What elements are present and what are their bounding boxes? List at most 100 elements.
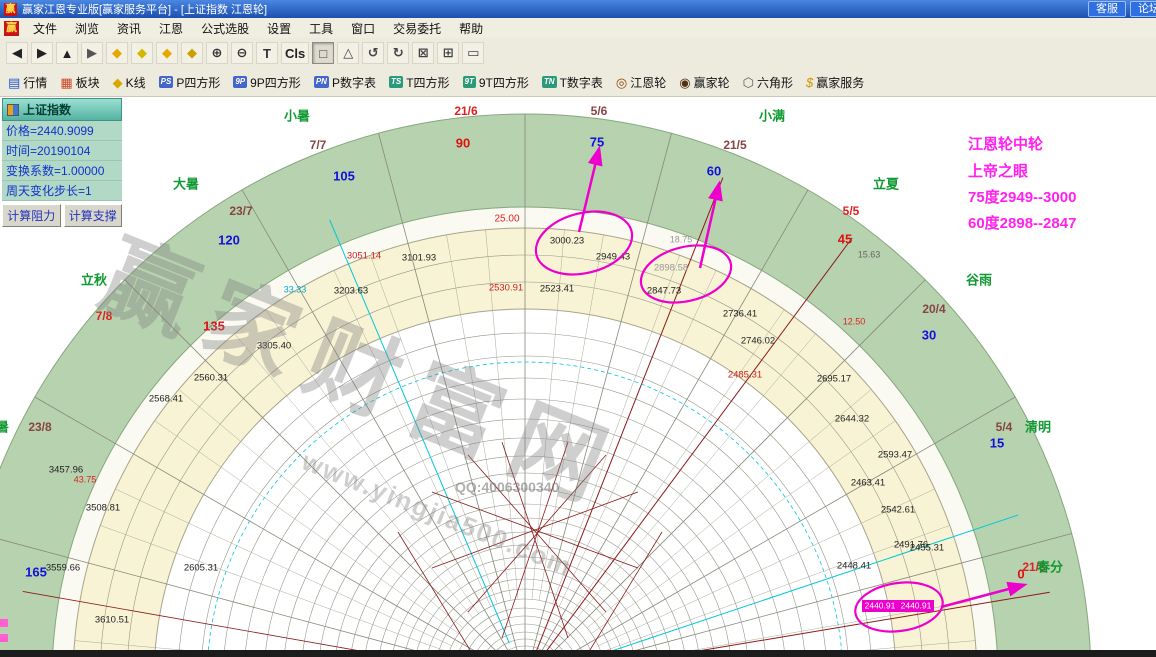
wheel-label: 春分 — [1036, 559, 1063, 574]
main-toolbar: ◀ ▶ ▲ ▶ ◆ ◆ ◆ ◆ ⊕ ⊖ T Cls □ △ ↺ ↻ ⊠ ⊞ ▭ — [0, 38, 1156, 69]
tool-label: P四方形 — [176, 75, 221, 90]
wheel-label: 2455.31 — [910, 543, 944, 554]
wheel-label: 5/6 — [591, 104, 608, 118]
tool-glyph-icon: ▤ — [8, 74, 21, 90]
up-icon[interactable]: ▲ — [56, 42, 78, 64]
menu-item[interactable]: 浏览 — [67, 19, 107, 38]
tool-label: 江恩轮 — [630, 75, 667, 90]
left-edge-markers — [0, 619, 10, 649]
p-table-button[interactable]: PN P数字表 — [313, 74, 376, 91]
back-icon[interactable]: ◀ — [6, 42, 28, 64]
tool-label: 9T四方形 — [478, 75, 529, 90]
wheel-label: 立夏 — [873, 176, 900, 191]
tool-label: P数字表 — [331, 75, 376, 90]
tool-label: K线 — [125, 75, 146, 90]
wheel-label: 5/4 — [996, 420, 1013, 434]
wheel-label: 上帝之眼 — [968, 162, 1028, 180]
menu-item[interactable]: 公式选股 — [193, 19, 257, 38]
9t-square-button[interactable]: 9T 9T四方形 — [462, 74, 529, 91]
kline-button[interactable]: ◆ K线 — [113, 74, 146, 91]
wheel-label: 2736.41 — [723, 309, 757, 320]
wheel-label: 谷雨 — [966, 272, 992, 287]
wheel-label: 7/7 — [310, 138, 327, 152]
wheel-label: 清明 — [1025, 419, 1051, 434]
wheel-label: 3000.23 — [550, 236, 584, 247]
tool-label: 9P四方形 — [250, 75, 301, 90]
tool-glyph-icon: PN — [313, 76, 329, 88]
wheel-label: 60度2898--2847 — [968, 214, 1076, 232]
index-grid-icon — [7, 103, 19, 116]
rect-tool-icon[interactable]: □ — [312, 42, 335, 64]
coefficient-row: 变换系数=1.00000 — [2, 161, 122, 181]
index-header[interactable]: 上证指数 — [2, 98, 122, 121]
sector-button[interactable]: ▦ 板块 — [60, 74, 99, 91]
gann-wheel-button[interactable]: ◎ 江恩轮 — [616, 74, 666, 91]
price-row: 价格=2440.9099 — [2, 121, 122, 141]
calc-support-button[interactable]: 计算支撑 — [63, 204, 122, 227]
market-button[interactable]: ▤ 行情 — [8, 74, 47, 91]
wheel-label: 3508.81 — [86, 503, 120, 514]
wheel-label: 小满 — [759, 108, 785, 123]
hexagon-button[interactable]: ⬡ 六角形 — [743, 74, 793, 91]
wheel-label: 2593.47 — [878, 450, 912, 461]
gann-diamond-1-icon[interactable]: ◆ — [106, 42, 128, 64]
gann-diamond-4-icon[interactable]: ◆ — [181, 42, 203, 64]
winner-service-button[interactable]: $ 赢家服务 — [806, 74, 864, 91]
menu-item[interactable]: 设置 — [259, 19, 299, 38]
menu-bar: 赢 文件 浏览 资讯 江恩 公式选股 设置 工具 窗口 交易委托 帮助 — [0, 18, 1156, 39]
gann-wheel-chart[interactable]: 90 7560105120135453015165 021/6 5/621/57/72… — [0, 0, 1156, 657]
app-logo-icon: 赢 — [4, 2, 17, 16]
menu-item[interactable]: 窗口 — [343, 19, 383, 38]
menu-item[interactable]: 工具 — [301, 19, 341, 38]
forward-icon[interactable]: ▶ — [31, 42, 53, 64]
zoom-out-icon[interactable]: ⊖ — [231, 42, 253, 64]
tool-glyph-icon: 9P — [233, 76, 248, 88]
wheel-label: 江恩轮中轮 — [968, 135, 1043, 153]
wheel-label: 3101.93 — [402, 253, 436, 264]
p-square-button[interactable]: PS P四方形 — [158, 74, 221, 91]
menu-item[interactable]: 帮助 — [451, 19, 491, 38]
tool-glyph-icon: TS — [388, 76, 404, 88]
zoom-in-icon[interactable]: ⊕ — [206, 42, 228, 64]
menu-item[interactable]: 江恩 — [151, 19, 191, 38]
rotate-left-icon[interactable]: ↺ — [362, 42, 385, 64]
triangle-tool-icon[interactable]: △ — [337, 42, 360, 64]
delete-tool-icon[interactable]: ⊠ — [412, 42, 435, 64]
pointer-icon[interactable]: ▶ — [81, 42, 103, 64]
wheel-label: 2847.73 — [647, 286, 681, 297]
wheel-label: 2542.61 — [881, 505, 915, 516]
menu-item[interactable]: 交易委托 — [385, 19, 449, 38]
forum-button[interactable]: 论坛 — [1130, 1, 1156, 17]
clear-screen-button[interactable]: Cls — [281, 42, 310, 64]
title-bar: 赢 赢家江恩专业版[赢家服务平台] - [上证指数 江恩轮] 客服 论坛 — [0, 0, 1156, 18]
wheel-label: 2644.32 — [835, 414, 869, 425]
tool-label: T数字表 — [559, 75, 603, 90]
calc-resistance-button[interactable]: 计算阻力 — [2, 204, 61, 227]
menu-item[interactable]: 文件 — [25, 19, 65, 38]
winner-wheel-button[interactable]: ◉ 赢家轮 — [679, 74, 729, 91]
rotate-right-icon[interactable]: ↻ — [387, 42, 410, 64]
wheel-label: 60 — [707, 163, 721, 178]
index-info-panel: 上证指数 价格=2440.9099 时间=20190104 变换系数=1.000… — [2, 98, 122, 227]
t-table-button[interactable]: TN T数字表 — [541, 74, 603, 91]
customer-service-button[interactable]: 客服 — [1088, 1, 1126, 17]
window-title: 赢家江恩专业版[赢家服务平台] - [上证指数 江恩轮] — [22, 4, 268, 16]
9p-square-button[interactable]: 9P 9P四方形 — [233, 74, 301, 91]
wheel-label: 21/5 — [723, 138, 747, 152]
gann-diamond-2-icon[interactable]: ◆ — [131, 42, 153, 64]
menu-item[interactable]: 资讯 — [109, 19, 149, 38]
wheel-label: 23/7 — [229, 204, 253, 218]
tool-glyph-icon: ◉ — [679, 74, 691, 90]
date-row: 时间=20190104 — [2, 141, 122, 161]
t-square-button[interactable]: TS T四方形 — [388, 74, 450, 91]
grid-tool-icon[interactable]: ⊞ — [437, 42, 460, 64]
comment-tool-icon[interactable]: ▭ — [462, 42, 485, 64]
wheel-label: 15 — [990, 435, 1004, 450]
wheel-label: 18.75 — [670, 234, 693, 244]
text-tool-icon[interactable]: T — [256, 42, 278, 64]
wheel-label: 2523.41 — [540, 284, 574, 295]
wheel-label: 3203.63 — [334, 286, 368, 297]
wheel-label: 90 — [456, 135, 470, 150]
wheel-label: 23/8 — [28, 420, 52, 434]
gann-diamond-3-icon[interactable]: ◆ — [156, 42, 178, 64]
